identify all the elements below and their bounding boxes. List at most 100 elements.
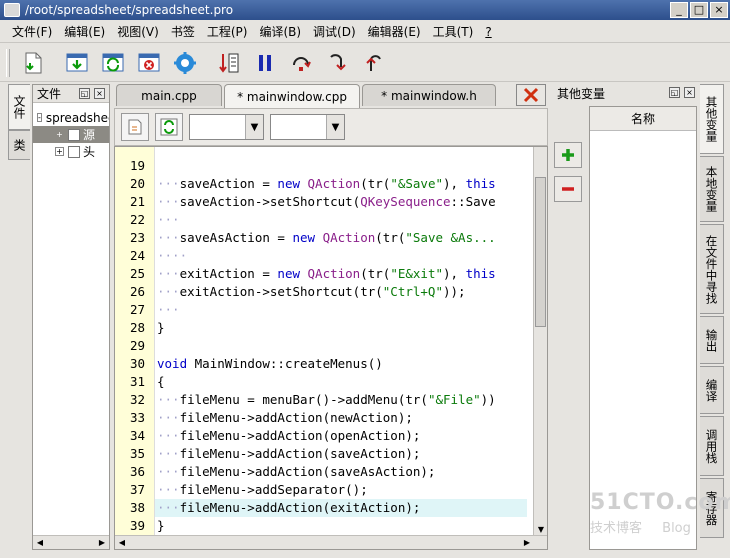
- add-watch-button[interactable]: [554, 142, 582, 168]
- file-panel-hscroll[interactable]: ◀ ▶: [33, 535, 109, 549]
- remove-watch-button[interactable]: [554, 176, 582, 202]
- float-panel-icon[interactable]: ◱: [669, 87, 680, 98]
- tab-other-vars[interactable]: 其他变量: [700, 84, 724, 154]
- code-line[interactable]: ···fileMenu->addAction(openAction);: [155, 427, 527, 445]
- code-line[interactable]: ···exitAction = new QAction(tr("E&xit"),…: [155, 265, 527, 283]
- menu-editor[interactable]: 编辑器(E): [362, 23, 427, 40]
- close-button[interactable]: ×: [710, 2, 728, 18]
- tab-output[interactable]: 输出: [700, 316, 724, 364]
- menu-bookmarks[interactable]: 书签: [165, 23, 201, 40]
- stop-red-icon[interactable]: [134, 48, 164, 78]
- code-line[interactable]: ···saveAction = new QAction(tr("&Save"),…: [155, 175, 527, 193]
- code-line[interactable]: ···: [155, 301, 527, 319]
- toggle-comment-button[interactable]: [121, 113, 149, 141]
- code-token: {: [157, 374, 165, 389]
- code-editor[interactable]: 19 20 21 22 23 24 25 26 27 28 29 30 31 32 33 34 35 36 37 38…: [114, 146, 548, 550]
- step-out-icon[interactable]: [358, 48, 388, 78]
- open-download-icon[interactable]: [62, 48, 92, 78]
- tab-local-vars[interactable]: 本地变量: [700, 156, 724, 222]
- code-text[interactable]: ···saveAction = new QAction(tr("&Save"),…: [155, 147, 527, 537]
- refresh-green-icon[interactable]: [98, 48, 128, 78]
- toolbar-handle[interactable]: [6, 48, 10, 77]
- step-over-icon[interactable]: [286, 48, 316, 78]
- close-panel-icon[interactable]: ×: [684, 87, 695, 98]
- code-line[interactable]: }: [155, 319, 527, 337]
- menu-view[interactable]: 视图(V): [111, 23, 165, 40]
- code-token: "E&xit": [390, 266, 444, 281]
- settings-gear-icon[interactable]: [170, 48, 200, 78]
- code-token: (tr(: [375, 230, 406, 245]
- scroll-right-icon[interactable]: ▶: [521, 537, 533, 549]
- scroll-left-icon[interactable]: ◀: [116, 537, 128, 549]
- code-line[interactable]: ···saveAsAction = new QAction(tr("Save &…: [155, 229, 527, 247]
- scroll-thumb[interactable]: [535, 177, 546, 327]
- tab-main-cpp[interactable]: main.cpp: [116, 84, 222, 106]
- code-line[interactable]: ···fileMenu->addAction(saveAction);: [155, 445, 527, 463]
- menu-project[interactable]: 工程(P): [201, 23, 254, 40]
- tree-item-headers[interactable]: + 头: [33, 143, 109, 160]
- float-panel-icon[interactable]: ◱: [79, 88, 90, 99]
- tab-classes[interactable]: 类: [8, 130, 30, 160]
- code-line[interactable]: void MainWindow::createMenus(): [155, 355, 527, 373]
- tab-find-in-files[interactable]: 在文件中寻找: [700, 224, 724, 314]
- tab-mainwindow-cpp[interactable]: * mainwindow.cpp: [224, 84, 360, 108]
- maximize-button[interactable]: □: [690, 2, 708, 18]
- code-token: fileMenu->addAction(exitAction);: [179, 500, 421, 515]
- reload-button[interactable]: [155, 113, 183, 141]
- tab-build[interactable]: 编译: [700, 366, 724, 414]
- class-combo[interactable]: ▼: [189, 114, 264, 140]
- collapse-icon[interactable]: -: [37, 113, 42, 122]
- code-line[interactable]: {: [155, 373, 527, 391]
- code-hscroll[interactable]: ◀ ▶: [115, 535, 547, 549]
- code-line[interactable]: }: [155, 517, 527, 535]
- tab-mainwindow-h[interactable]: * mainwindow.h: [362, 84, 496, 106]
- function-combo[interactable]: ▼: [270, 114, 345, 140]
- minimize-button[interactable]: _: [670, 2, 688, 18]
- code-line[interactable]: ···: [155, 211, 527, 229]
- code-line[interactable]: [155, 157, 527, 175]
- code-line[interactable]: ···fileMenu = menuBar()->addMenu(tr("&Fi…: [155, 391, 527, 409]
- chevron-down-icon[interactable]: ▼: [245, 115, 263, 139]
- step-into-icon[interactable]: [322, 48, 352, 78]
- indent-marker: ····: [157, 248, 188, 263]
- code-line[interactable]: ···saveAction->setShortcut(QKeySequence:…: [155, 193, 527, 211]
- line-number: 23: [129, 230, 145, 245]
- pause-icon[interactable]: [250, 48, 280, 78]
- code-line[interactable]: ···exitAction->setShortcut(tr("Ctrl+Q"))…: [155, 283, 527, 301]
- code-line[interactable]: ···fileMenu->addAction(exitAction);: [155, 499, 527, 517]
- sort-list-icon[interactable]: [214, 48, 244, 78]
- tree-item-label: 源: [83, 128, 96, 142]
- tab-files[interactable]: 文件: [8, 84, 30, 130]
- menu-debug[interactable]: 调试(D): [307, 23, 362, 40]
- chevron-down-icon[interactable]: ▼: [326, 115, 344, 139]
- menu-build[interactable]: 编译(B): [253, 23, 307, 40]
- line-number: 20: [129, 176, 145, 191]
- new-file-icon[interactable]: [18, 48, 48, 78]
- close-tab-button[interactable]: [516, 84, 546, 106]
- expand-icon[interactable]: +: [55, 130, 64, 139]
- code-line[interactable]: [155, 337, 527, 355]
- code-line[interactable]: ····: [155, 247, 527, 265]
- indent-marker: ···: [157, 500, 180, 515]
- code-token: )): [480, 392, 496, 407]
- code-token: ));: [443, 284, 466, 299]
- code-line[interactable]: ···fileMenu->addAction(newAction);: [155, 409, 527, 427]
- scroll-right-icon[interactable]: ▶: [96, 537, 108, 549]
- tree-item-project[interactable]: - spreadsheet: [33, 109, 109, 126]
- menu-file[interactable]: 文件(F): [0, 23, 58, 40]
- code-line[interactable]: ···fileMenu->addSeparator();: [155, 481, 527, 499]
- menu-tools[interactable]: 工具(T): [427, 23, 480, 40]
- tab-call-stack[interactable]: 调用栈: [700, 416, 724, 476]
- scroll-left-icon[interactable]: ◀: [34, 537, 46, 549]
- tree-item-sources[interactable]: + 源: [33, 126, 109, 143]
- code-token: saveAction->setShortcut(: [179, 194, 361, 209]
- code-vscroll[interactable]: ▼: [533, 147, 547, 537]
- menu-edit[interactable]: 编辑(E): [58, 23, 111, 40]
- code-line[interactable]: ···fileMenu->addAction(saveAsAction);: [155, 463, 527, 481]
- indent-marker: ···: [157, 212, 180, 227]
- variables-table[interactable]: 名称: [589, 106, 697, 550]
- column-header-name[interactable]: 名称: [590, 107, 696, 131]
- close-panel-icon[interactable]: ×: [94, 88, 105, 99]
- menu-help[interactable]: ?: [479, 25, 497, 39]
- expand-icon[interactable]: +: [55, 147, 64, 156]
